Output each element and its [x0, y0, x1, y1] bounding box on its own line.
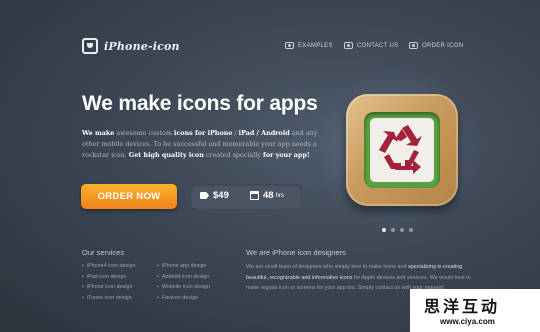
list-item[interactable]: iPhone4 icon design	[82, 261, 136, 272]
slider-dot-3[interactable]	[400, 228, 404, 232]
nav-order-label: ORDER ICON	[422, 42, 464, 49]
slider-dot-1[interactable]	[382, 228, 386, 232]
watermark-chinese: 思洋互动	[424, 297, 501, 316]
list-item[interactable]: iPad icon design	[82, 272, 135, 283]
list-item[interactable]: Android icon design	[157, 272, 210, 283]
recycle-icon	[379, 125, 422, 174]
hero-description: We make awesome custom icons for iPhone …	[82, 129, 318, 159]
list-item[interactable]: iTunes icon design	[82, 293, 135, 304]
list-item[interactable]: iPhone icon design	[82, 282, 135, 293]
price-value: $49	[213, 190, 229, 201]
about-title: We are iPhone icon designers	[246, 248, 346, 257]
list-item[interactable]: iPhone app design	[157, 261, 210, 272]
services-list-1: iPhone4 icon design iPad icon design iPh…	[82, 261, 136, 304]
examples-icon	[285, 42, 294, 49]
slider-pagination	[382, 228, 413, 232]
price-item: $49	[200, 190, 229, 201]
slider-dot-4[interactable]	[409, 228, 413, 232]
watermark-url: www.ciya.com	[440, 317, 495, 326]
site-logo[interactable]: iPhone-icon	[82, 38, 180, 54]
recycle-app-icon	[346, 94, 458, 206]
list-item[interactable]: Favicon design	[157, 293, 210, 304]
turnaround-value: 48	[263, 190, 274, 201]
price-tag-icon	[200, 192, 209, 199]
nav-contact-label: CONTACT US	[357, 42, 399, 49]
list-item[interactable]: Website icon design	[157, 282, 210, 293]
hero-headline: We make icons for apps	[82, 92, 318, 115]
logo-text: iPhone-icon	[104, 39, 180, 53]
turnaround-item: 48 hrs	[250, 190, 284, 201]
services-title: Our services	[82, 248, 125, 257]
calendar-icon	[250, 191, 259, 200]
services-list-2: iPhone app design Android icon design We…	[157, 261, 210, 303]
nav-contact[interactable]: CONTACT US	[344, 42, 398, 49]
nav-examples-label: EXAMPLES	[298, 42, 333, 49]
watermark: 思洋互动 www.ciya.com	[410, 289, 540, 332]
order-icon	[409, 42, 418, 49]
nav-order[interactable]: ORDER ICON	[409, 42, 463, 49]
logo-icon	[82, 38, 98, 54]
contact-icon	[344, 42, 353, 49]
nav-examples[interactable]: EXAMPLES	[285, 42, 333, 49]
slider-dot-2[interactable]	[391, 228, 395, 232]
order-now-button[interactable]: ORDER NOW	[81, 184, 177, 209]
turnaround-unit: hrs	[275, 192, 284, 199]
